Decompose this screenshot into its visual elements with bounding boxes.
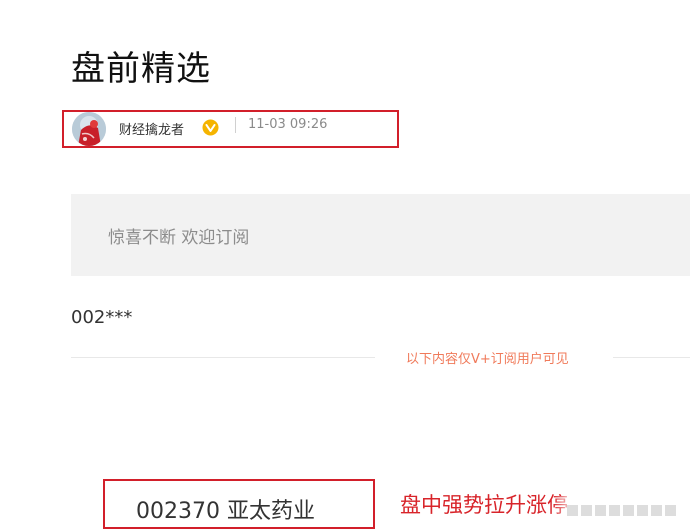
stock-name: 002370 亚太药业	[136, 499, 315, 524]
paywall-divider-right	[613, 357, 690, 358]
verified-badge-icon	[202, 119, 219, 136]
subscribe-banner[interactable]: 惊喜不断 欢迎订阅	[71, 194, 690, 276]
avatar-image	[72, 112, 106, 146]
stock-annotation: 盘中强势拉升涨停	[400, 493, 568, 517]
subscriber-only-notice: 以下内容仅V+订阅用户可见	[406, 352, 569, 367]
post-time: 11-03 09:26	[248, 117, 328, 132]
stock-code-preview: 002***	[71, 307, 133, 328]
meta-divider	[235, 117, 236, 133]
article-title: 盘前精选	[71, 49, 211, 89]
author-info-highlight: 财经擒龙者 11-03 09:26	[62, 110, 399, 148]
avatar[interactable]	[72, 112, 106, 146]
subscribe-banner-text: 惊喜不断 欢迎订阅	[108, 228, 250, 248]
watermark	[553, 496, 690, 526]
article-page: 盘前精选 财经擒龙者 11-03 09:26 惊喜不断 欢迎订阅 002***	[0, 0, 690, 532]
author-name[interactable]: 财经擒龙者	[119, 119, 184, 138]
paywall-divider-left	[71, 357, 375, 358]
stock-highlight: 002370 亚太药业	[103, 479, 375, 529]
